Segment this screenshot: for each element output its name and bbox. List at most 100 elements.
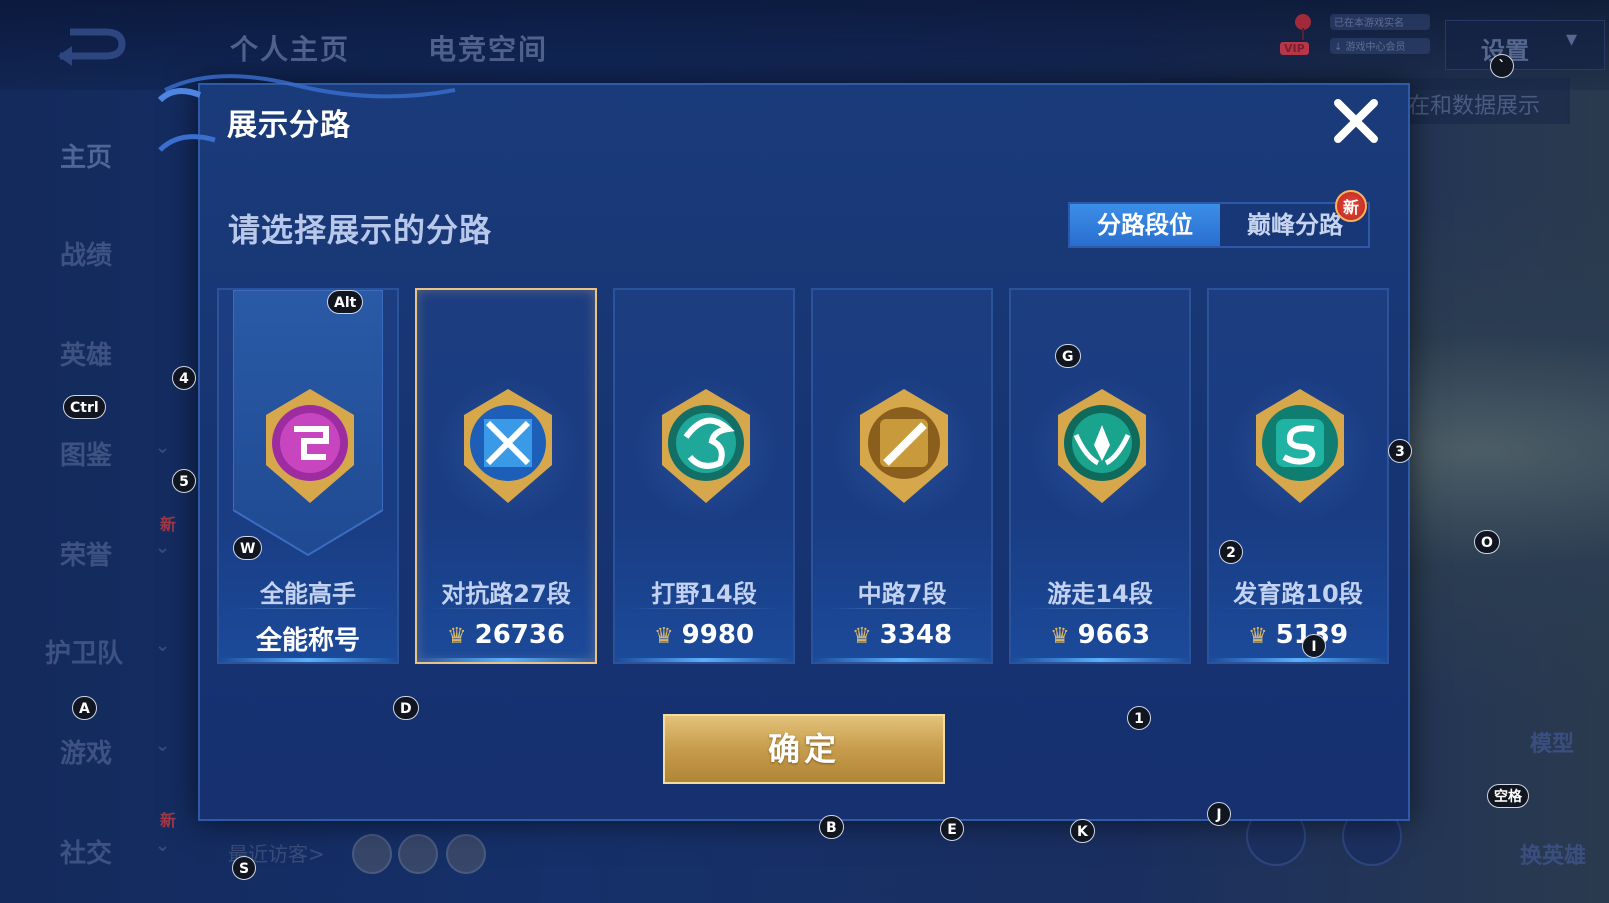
lane-score: ♛ 9980: [615, 620, 793, 650]
lane-name: 对抗路27段: [441, 580, 571, 608]
lane-card-jungle[interactable]: 打野14段 ♛ 9980: [613, 288, 795, 664]
key-hint: 空格: [1487, 784, 1529, 808]
trophy-icon: ♛: [851, 624, 872, 649]
divider: [234, 608, 384, 609]
model-button[interactable]: 模型: [1530, 726, 1574, 758]
chevron-down-icon: ⌄: [155, 537, 171, 558]
score-value: 9980: [681, 620, 755, 650]
key-hint: S: [232, 856, 257, 880]
card-glow: [615, 658, 793, 662]
sidebar-item-social[interactable]: 社交 ⌄: [0, 821, 195, 881]
rose-icon: [1295, 14, 1311, 40]
jungle-emblem-icon: [662, 389, 750, 503]
new-badge: 新: [160, 515, 177, 534]
lane-card-mid[interactable]: 中路7段 ♛ 3348: [811, 288, 993, 664]
chevron-down-icon: ⌄: [155, 835, 171, 856]
card-glow: [813, 658, 991, 662]
new-badge: 新: [1335, 190, 1367, 222]
lane-name: 中路7段: [857, 580, 947, 608]
back-arrow-icon[interactable]: [50, 26, 130, 66]
key-hint: 4: [172, 366, 196, 390]
key-hint: 2: [1219, 540, 1243, 564]
change-hero-button[interactable]: 换英雄: [1520, 838, 1586, 870]
key-hint: O: [1474, 530, 1500, 554]
lane-name: 全能高手: [260, 580, 356, 608]
card-glow: [1011, 658, 1189, 662]
vip-badge: VIP: [1280, 42, 1309, 55]
tab-esports-space[interactable]: 电竞空间: [428, 28, 548, 68]
divider: [630, 608, 780, 609]
confirm-button[interactable]: 确定: [663, 714, 945, 784]
lane-score: ♛5139: [1209, 620, 1387, 650]
settings-button[interactable]: 设置 ▾: [1445, 20, 1605, 70]
key-hint: I: [1302, 634, 1326, 658]
avatar[interactable]: [352, 834, 392, 874]
key-hint: B: [819, 815, 844, 839]
mid-lane-emblem-icon: [860, 389, 948, 503]
card-glow: [219, 658, 397, 662]
lane-score: ♛ 26736: [417, 620, 595, 650]
score-value: 9663: [1077, 620, 1151, 650]
lane-name: 发育路10段: [1233, 580, 1363, 608]
dialog-subtitle: 请选择展示的分路: [228, 211, 493, 249]
lane-card-clash[interactable]: 对抗路27段 ♛ 26736: [415, 288, 597, 664]
sidebar-item-label: 护卫队: [45, 639, 124, 669]
trophy-icon: ♛: [1247, 624, 1268, 649]
key-hint: W: [233, 536, 263, 560]
key-hint: K: [1070, 819, 1095, 843]
trophy-icon: ♛: [653, 624, 674, 649]
chevron-down-icon: ⌄: [155, 635, 171, 656]
key-hint: E: [940, 817, 964, 841]
score-value: 3348: [879, 620, 953, 650]
trophy-icon: ♛: [446, 624, 467, 649]
avatar[interactable]: [446, 834, 486, 874]
card-glow: [417, 658, 595, 662]
roam-emblem-icon: [1058, 389, 1146, 503]
clash-lane-emblem-icon: [464, 389, 552, 503]
sidebar-item-label: 主页: [60, 143, 113, 173]
lane-score: ♛ 3348: [813, 620, 991, 650]
tab-personal-home[interactable]: 个人主页: [230, 28, 350, 68]
key-hint: 1: [1127, 706, 1151, 730]
divider: [1224, 608, 1374, 609]
key-hint: 3: [1388, 439, 1412, 463]
close-icon[interactable]: [1330, 95, 1382, 147]
dialog-title: 展示分路: [227, 108, 351, 143]
divider: [1026, 608, 1176, 609]
divider: [432, 608, 582, 609]
sidebar-item-record[interactable]: 战绩: [0, 223, 195, 283]
key-hint: Ctrl: [63, 395, 106, 419]
sidebar-item-label: 英雄: [60, 341, 113, 371]
key-hint: 5: [172, 469, 196, 493]
farm-lane-emblem-icon: [1256, 389, 1344, 503]
sidebar-item-label: 荣誉: [60, 541, 113, 571]
score-value: 全能称号: [255, 626, 360, 656]
lane-card-roam[interactable]: 游走14段 ♛ 9663: [1009, 288, 1191, 664]
realname-status: 已在本游戏实名: [1330, 14, 1430, 30]
lane-name: 打野14段: [651, 580, 757, 608]
sidebar-item-label: 战绩: [60, 241, 113, 271]
sidebar-item-label: 社交: [60, 839, 113, 869]
sidebar-item-label: 图鉴: [60, 441, 113, 471]
sidebar-item-heroes[interactable]: 英雄: [0, 323, 195, 383]
key-hint: Alt: [327, 290, 364, 314]
sidebar: 主页 战绩 英雄 图鉴 ⌄ 荣誉 ⌄ 新 护卫队 ⌄ 游戏 ⌄ 新 社交 ⌄: [0, 95, 195, 903]
lane-card-all-round[interactable]: 全能高手 全能称号: [217, 288, 399, 664]
score-value: 26736: [474, 620, 566, 650]
sidebar-item-codex[interactable]: 图鉴 ⌄: [0, 423, 195, 483]
sidebar-item-guard-team[interactable]: 护卫队 ⌄: [0, 621, 195, 681]
sidebar-item-label: 游戏: [60, 739, 113, 769]
key-hint: A: [72, 696, 97, 720]
key-hint: `: [1490, 54, 1514, 78]
all-round-emblem-icon: [266, 389, 354, 503]
chevron-down-icon: ▾: [1566, 27, 1578, 52]
trophy-icon: ♛: [1049, 624, 1070, 649]
vip-status: VIP 已在本游戏实名 ↓ 游戏中心会员: [1280, 12, 1440, 62]
tab-lane-rank[interactable]: 分路段位: [1070, 204, 1220, 246]
avatar[interactable]: [398, 834, 438, 874]
member-status: ↓ 游戏中心会员: [1330, 38, 1430, 54]
sidebar-item-games[interactable]: 游戏 ⌄: [0, 721, 195, 781]
chevron-down-icon: ⌄: [155, 437, 171, 458]
key-hint: J: [1207, 802, 1231, 826]
lane-card-farm[interactable]: 发育路10段 ♛5139: [1207, 288, 1389, 664]
